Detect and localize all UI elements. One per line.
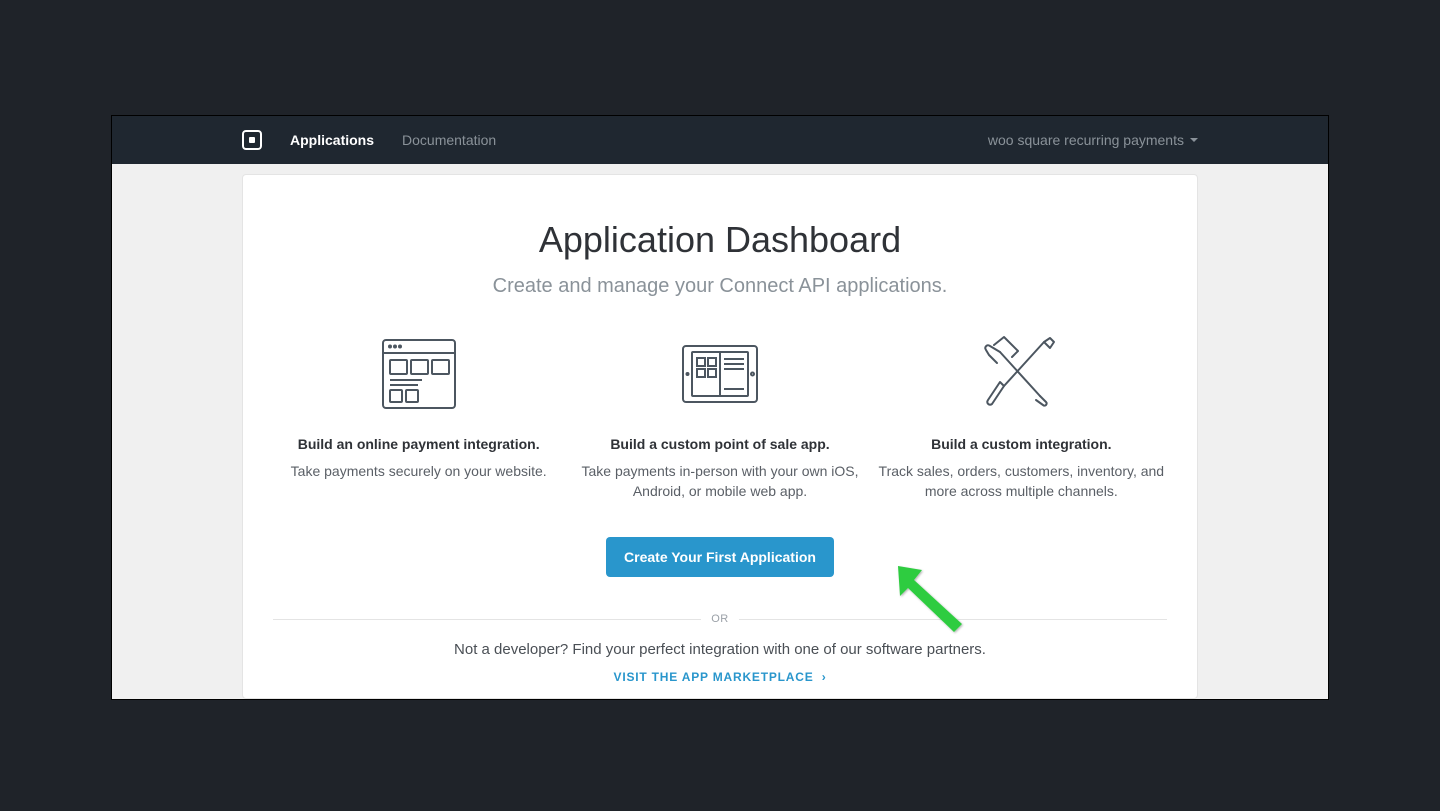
marketplace-link-label: VISIT THE APP MARKETPLACE: [614, 670, 814, 684]
tools-icon: [876, 334, 1167, 414]
square-logo-icon[interactable]: [242, 130, 262, 150]
column-heading: Build a custom integration.: [876, 436, 1167, 452]
browser-window-icon: [273, 334, 564, 414]
tablet-pos-icon: [574, 334, 865, 414]
column-heading: Build a custom point of sale app.: [574, 436, 865, 452]
or-label: OR: [701, 613, 739, 625]
content-area: Application Dashboard Create and manage …: [112, 164, 1328, 699]
page-title: Application Dashboard: [259, 219, 1181, 261]
page-subtitle: Create and manage your Connect API appli…: [259, 275, 1181, 298]
column-online-payment: Build an online payment integration. Tak…: [273, 334, 564, 501]
column-pos-app: Build a custom point of sale app. Take p…: [574, 334, 865, 501]
not-a-developer-text: Not a developer? Find your perfect integ…: [259, 641, 1181, 658]
topbar: Applications Documentation woo square re…: [112, 116, 1328, 164]
chevron-right-icon: ›: [822, 670, 827, 684]
column-description: Take payments in-person with your own iO…: [574, 462, 865, 501]
visit-marketplace-link[interactable]: VISIT THE APP MARKETPLACE ›: [259, 670, 1181, 684]
nav-applications[interactable]: Applications: [290, 132, 374, 148]
dashboard-card: Application Dashboard Create and manage …: [242, 174, 1198, 699]
column-heading: Build an online payment integration.: [273, 436, 564, 452]
feature-columns: Build an online payment integration. Tak…: [259, 334, 1181, 501]
column-description: Take payments securely on your website.: [273, 462, 564, 482]
cta-row: Create Your First Application: [259, 537, 1181, 577]
nav-documentation[interactable]: Documentation: [402, 132, 496, 148]
account-menu[interactable]: woo square recurring payments: [988, 132, 1198, 148]
or-divider: OR: [273, 613, 1167, 625]
account-label: woo square recurring payments: [988, 132, 1184, 148]
create-first-application-button[interactable]: Create Your First Application: [606, 537, 834, 577]
chevron-down-icon: [1190, 138, 1198, 142]
app-window: Applications Documentation woo square re…: [111, 115, 1329, 700]
column-description: Track sales, orders, customers, inventor…: [876, 462, 1167, 501]
column-custom-integration: Build a custom integration. Track sales,…: [876, 334, 1167, 501]
